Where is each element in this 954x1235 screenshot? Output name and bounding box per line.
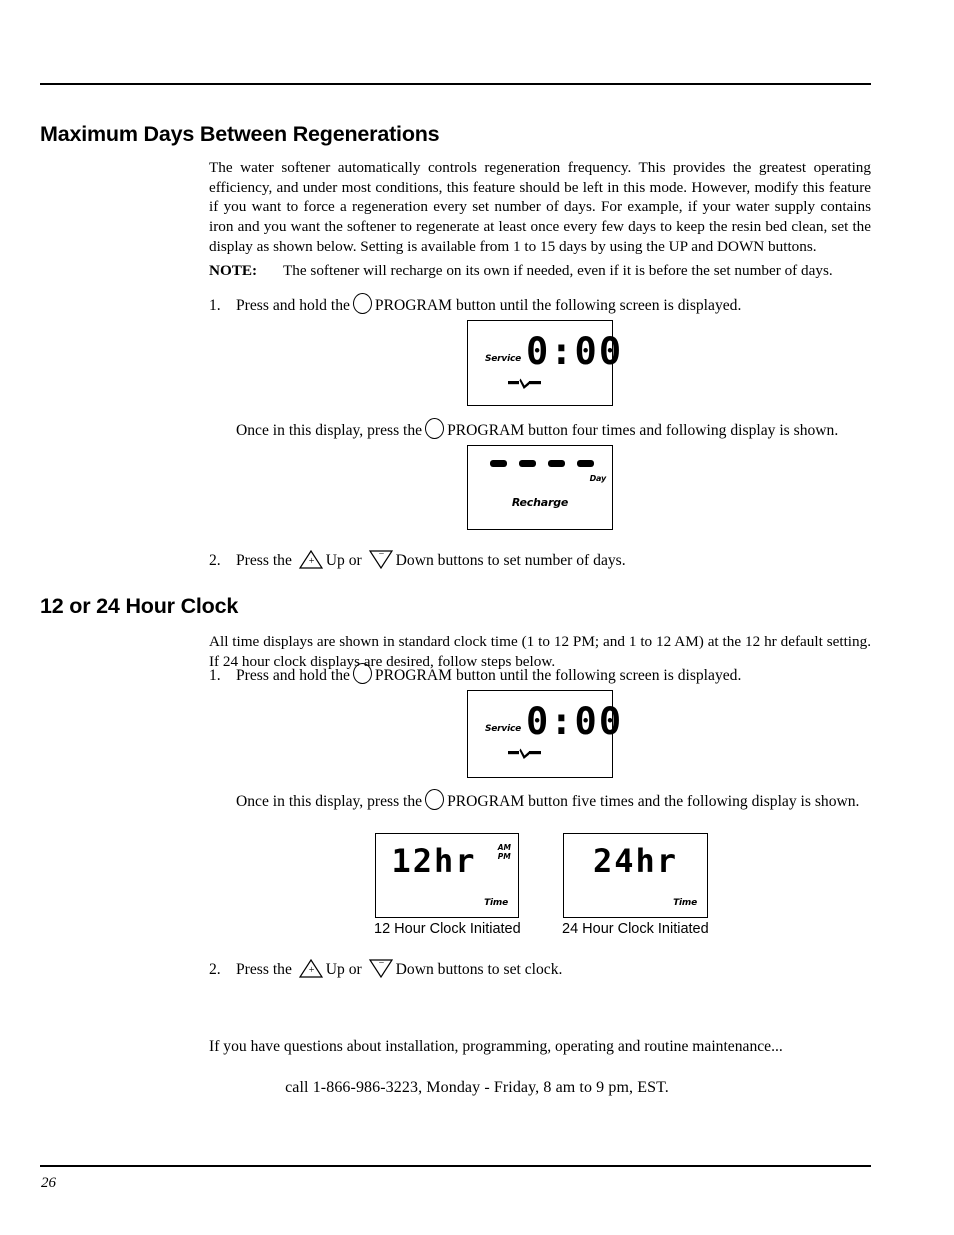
lcd-digits-time: 0:00 bbox=[526, 700, 624, 743]
paragraph-max-days-intro: The water softener automatically control… bbox=[209, 159, 871, 255]
instruction-once-clock: Once in this display, press the PROGRAM b… bbox=[236, 789, 872, 812]
step-number: 2. bbox=[209, 552, 221, 569]
caption-24-hour: 24 Hour Clock Initiated bbox=[562, 921, 709, 937]
lcd-status-label-recharge: Recharge bbox=[511, 496, 569, 509]
lcd-digits-12hr: 12hr bbox=[391, 842, 477, 880]
lcd-status-label-service: Service bbox=[485, 724, 522, 734]
lcd-mode-label-time: Time bbox=[673, 898, 697, 908]
note-text: The softener will recharge on its own if… bbox=[283, 262, 833, 279]
faucet-flow-icon bbox=[508, 746, 542, 760]
step-number: 1. bbox=[209, 667, 221, 684]
lcd-display-service-2: Service 0:00 bbox=[467, 690, 621, 778]
faucet-flow-icon bbox=[508, 376, 542, 390]
step-1-clock: 1. Press and hold the PROGRAM button until… bbox=[209, 663, 741, 686]
lcd-dash bbox=[548, 460, 565, 467]
lcd-display-24-hour: 24hr Time bbox=[563, 833, 708, 918]
questions-line: If you have questions about installation… bbox=[209, 1038, 783, 1055]
step-number: 2. bbox=[209, 961, 221, 978]
manual-page: Maximum Days Between Regenerations The w… bbox=[0, 0, 954, 1235]
lcd-dash bbox=[519, 460, 536, 467]
note-row-max-days: NOTE: The softener will recharge on its o… bbox=[209, 261, 874, 281]
page-number: 26 bbox=[41, 1175, 56, 1191]
down-minus-sign: − bbox=[378, 549, 385, 560]
program-circle-icon bbox=[425, 789, 445, 810]
up-triangle-plus-icon: + bbox=[298, 957, 324, 980]
step-text-mid: Up or bbox=[325, 961, 362, 978]
lcd-unit-label-day: Day bbox=[589, 474, 607, 483]
once-text-before: Once in this display, press the bbox=[236, 793, 423, 810]
lcd-am-label: AM bbox=[497, 843, 511, 852]
section-heading-clock: 12 or 24 Hour Clock bbox=[40, 594, 239, 619]
step-text-after: Down buttons to set number of days. bbox=[395, 552, 626, 569]
step-number: 1. bbox=[209, 297, 221, 314]
down-triangle-minus-icon: − bbox=[368, 548, 394, 571]
step-text-before: Press the bbox=[236, 961, 292, 978]
section-heading-max-days: Maximum Days Between Regenerations bbox=[40, 122, 440, 147]
program-circle-icon bbox=[352, 663, 372, 684]
lcd-pm-label: PM bbox=[497, 852, 511, 861]
down-triangle-minus-icon: − bbox=[368, 957, 394, 980]
step-text-after: PROGRAM button until the following scree… bbox=[374, 297, 742, 314]
once-text-after: PROGRAM button five times and the follow… bbox=[447, 793, 860, 810]
up-plus-sign: + bbox=[308, 556, 315, 567]
lcd-mode-label-time: Time bbox=[484, 898, 508, 908]
step-2-max-days: 2. Press the + Up or − Down buttons to se… bbox=[209, 548, 626, 571]
footer-rule bbox=[40, 1165, 871, 1167]
lcd-dash bbox=[490, 460, 507, 467]
lcd-digits-24hr: 24hr bbox=[592, 842, 679, 880]
lcd-digits-time: 0:00 bbox=[526, 330, 624, 373]
up-plus-sign: + bbox=[308, 965, 315, 976]
step-text-before: Press the bbox=[236, 552, 292, 569]
lcd-status-label-service: Service bbox=[485, 354, 522, 364]
once-text-before: Once in this display, press the bbox=[236, 422, 423, 439]
step-text-before: Press and hold the bbox=[236, 297, 350, 314]
lcd-display-12-hour: 12hr AM PM Time bbox=[375, 833, 519, 918]
step-text-before: Press and hold the bbox=[236, 667, 350, 684]
note-label: NOTE: bbox=[209, 262, 258, 279]
once-text-after: PROGRAM button four times and following … bbox=[447, 422, 839, 439]
lcd-dash-digits bbox=[490, 460, 594, 467]
lcd-display-service-1: Service 0:00 bbox=[467, 320, 621, 406]
call-line: call 1-866-986-3223, Monday - Friday, 8 … bbox=[285, 1079, 669, 1096]
header-rule bbox=[40, 83, 871, 85]
step-text-after: PROGRAM button until the following scree… bbox=[374, 667, 742, 684]
step-1-max-days: 1. Press and hold the PROGRAM button until… bbox=[209, 293, 741, 316]
down-minus-sign: − bbox=[378, 958, 385, 969]
instruction-once-max-days: Once in this display, press the PROGRAM b… bbox=[236, 418, 874, 441]
step-text-after: Down buttons to set clock. bbox=[395, 961, 563, 978]
lcd-ampm-indicator: AM PM bbox=[498, 843, 511, 861]
lcd-display-recharge-days: Day Recharge bbox=[467, 445, 613, 530]
caption-12-hour: 12 Hour Clock Initiated bbox=[374, 921, 521, 937]
up-triangle-plus-icon: + bbox=[298, 548, 324, 571]
program-circle-icon bbox=[425, 418, 445, 439]
step-2-clock: 2. Press the + Up or − Down buttons to se… bbox=[209, 957, 562, 980]
lcd-dash bbox=[577, 460, 594, 467]
step-text-mid: Up or bbox=[325, 552, 362, 569]
program-circle-icon bbox=[352, 293, 372, 314]
